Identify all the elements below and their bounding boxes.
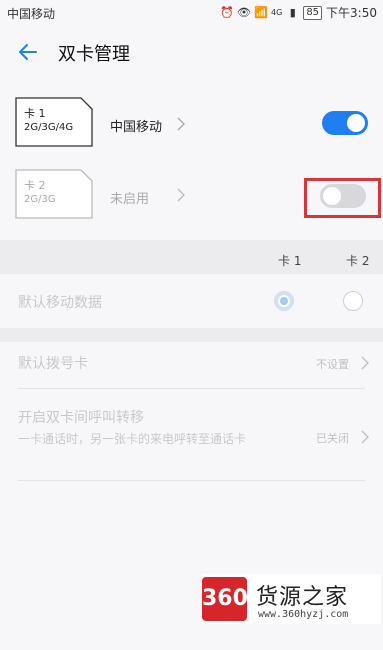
default-data-sim-1-radio[interactable] xyxy=(274,291,294,311)
carrier-label: 中国移动 xyxy=(7,7,56,21)
column-head-sim-2: 卡 2 xyxy=(346,254,370,268)
clock: 下午3:50 xyxy=(326,6,377,20)
back-arrow-icon[interactable] xyxy=(16,40,40,64)
column-head-sim-1: 卡 1 xyxy=(278,254,302,268)
status-icons: ⏰ 👁 📶 4G ▮ 85 下午3:50 xyxy=(220,4,377,21)
battery-icon: 85 xyxy=(303,5,323,20)
sim-2-name: 卡 2 xyxy=(24,179,46,192)
section-separator xyxy=(0,328,383,342)
default-data-sim-2-radio[interactable] xyxy=(343,291,363,311)
sim-1-toggle[interactable] xyxy=(322,111,368,135)
watermark-url: www.360hyzj.com xyxy=(258,609,349,620)
wifi-icon: 📶 xyxy=(254,6,268,19)
sim-1-operator: 中国移动 xyxy=(110,120,163,135)
highlight-annotation xyxy=(304,178,381,218)
watermark-badge: 360 xyxy=(202,577,248,621)
sim-card-1-icon: 卡 1 2G/3G/4G xyxy=(15,97,93,147)
eye-icon: 👁 xyxy=(237,6,251,19)
default-dial-value: 不设置 xyxy=(316,358,349,371)
app-header: 双卡管理 xyxy=(0,26,383,78)
signal-icon: ▮ xyxy=(289,6,296,19)
default-data-label: 默认移动数据 xyxy=(18,295,102,311)
divider xyxy=(18,480,365,481)
default-dial-chevron-right-icon xyxy=(361,356,369,370)
watermark-logo: 360 货源之家 www.360hyzj.com xyxy=(202,574,381,624)
default-dial-label: 默认拨号卡 xyxy=(18,356,88,372)
sim-1-network: 2G/3G/4G xyxy=(24,122,74,133)
sim-1-chevron-right-icon xyxy=(177,117,185,131)
divider xyxy=(18,388,365,389)
call-forward-description: 一卡通话时，另一张卡的来电呼转至通话卡 xyxy=(18,432,247,446)
status-bar: 中国移动 ⏰ 👁 📶 4G ▮ 85 下午3:50 xyxy=(0,0,383,26)
sim-1-name: 卡 1 xyxy=(24,107,46,120)
network-type-label: 4G xyxy=(271,8,283,17)
sim-row-1[interactable]: 卡 1 2G/3G/4G 中国移动 xyxy=(0,86,383,160)
toggle-knob xyxy=(347,114,365,132)
call-forward-value: 已关闭 xyxy=(316,432,349,445)
section-separator xyxy=(0,240,383,274)
watermark-title: 货源之家 xyxy=(256,585,349,610)
sim-2-operator: 未启用 xyxy=(110,192,150,207)
sim-2-network: 2G/3G xyxy=(24,194,56,205)
sim-card-2-icon: 卡 2 2G/3G xyxy=(15,169,93,219)
page-title: 双卡管理 xyxy=(58,44,130,65)
alarm-icon: ⏰ xyxy=(220,6,234,19)
call-forward-chevron-right-icon xyxy=(361,430,369,444)
call-forward-label: 开启双卡间呼叫转移 xyxy=(18,410,144,426)
sim-2-chevron-right-icon xyxy=(177,188,185,202)
